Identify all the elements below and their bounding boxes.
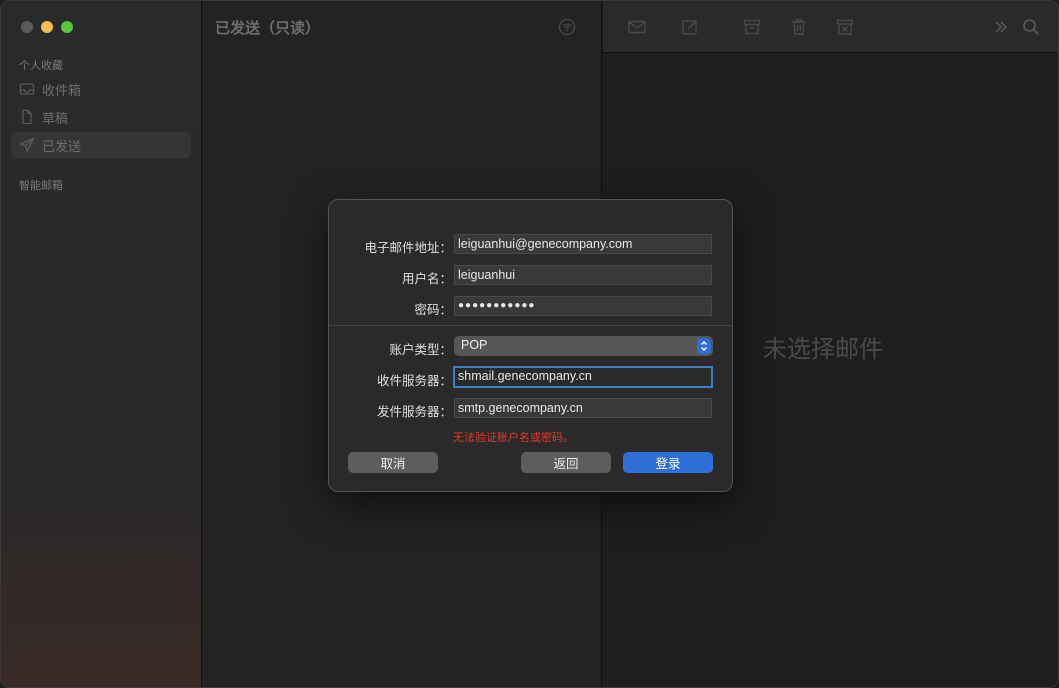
cancel-button[interactable]: 取消 xyxy=(348,452,438,473)
login-button[interactable]: 登录 xyxy=(623,452,713,473)
email-label: 电子邮件地址： xyxy=(364,240,452,255)
account-setup-dialog: 电子邮件地址： leiguanhui@genecompany.com 用户名： … xyxy=(328,199,733,492)
outgoing-server-row: 发件服务器： smtp.genecompany.cn xyxy=(329,398,734,420)
envelope-icon[interactable] xyxy=(627,17,647,37)
error-message: 无法验证账户名或密码。 xyxy=(453,431,574,444)
archive-icon[interactable] xyxy=(742,17,762,37)
sidebar-item-label: 收件箱 xyxy=(42,83,82,99)
minimize-window-button[interactable] xyxy=(41,21,53,33)
toolbar xyxy=(603,1,1058,53)
username-label: 用户名： xyxy=(401,271,452,286)
window-controls xyxy=(21,21,73,33)
smart-mailboxes-section-label: 智能邮箱 xyxy=(19,179,63,192)
sidebar: 个人收藏 收件箱 草稿 已发送 智能邮箱 xyxy=(1,1,202,687)
back-button[interactable]: 返回 xyxy=(521,452,611,473)
outgoing-server-label: 发件服务器： xyxy=(376,404,452,419)
zoom-window-button[interactable] xyxy=(61,21,73,33)
sidebar-item-label: 已发送 xyxy=(42,139,82,155)
sidebar-item-label: 草稿 xyxy=(42,111,69,127)
incoming-server-row: 收件服务器： shmail.genecompany.cn xyxy=(329,366,734,389)
search-icon[interactable] xyxy=(1021,17,1041,37)
sidebar-item-drafts[interactable]: 草稿 xyxy=(11,104,191,130)
sidebar-item-inbox[interactable]: 收件箱 xyxy=(11,76,191,102)
document-icon xyxy=(22,109,32,125)
chevron-updown-icon xyxy=(697,338,711,354)
account-type-value: POP xyxy=(461,338,488,352)
paperplane-icon xyxy=(19,137,35,153)
filter-icon[interactable] xyxy=(558,18,576,36)
account-type-select[interactable]: POP xyxy=(454,336,713,356)
email-row: 电子邮件地址： leiguanhui@genecompany.com xyxy=(329,234,734,256)
divider xyxy=(329,325,732,326)
account-type-row: 账户类型： POP xyxy=(329,336,734,358)
outgoing-server-field[interactable]: smtp.genecompany.cn xyxy=(454,398,712,418)
username-row: 用户名： leiguanhui xyxy=(329,265,734,287)
favorites-section-label: 个人收藏 xyxy=(19,59,63,72)
trash-icon[interactable] xyxy=(789,17,809,37)
more-icon[interactable] xyxy=(991,17,1011,37)
mail-window: 个人收藏 收件箱 草稿 已发送 智能邮箱 已发送（只读） 未选择邮件 电子邮件地… xyxy=(0,0,1059,688)
compose-icon[interactable] xyxy=(680,17,700,37)
inbox-icon xyxy=(19,83,35,95)
incoming-server-label: 收件服务器： xyxy=(376,373,452,388)
account-type-label: 账户类型： xyxy=(389,342,452,357)
username-field[interactable]: leiguanhui xyxy=(454,265,712,285)
close-window-button[interactable] xyxy=(21,21,33,33)
password-field[interactable]: ●●●●●●●●●●● xyxy=(454,296,712,316)
sidebar-item-sent[interactable]: 已发送 xyxy=(11,132,191,158)
password-row: 密码： ●●●●●●●●●●● xyxy=(329,296,734,318)
incoming-server-field[interactable]: shmail.genecompany.cn xyxy=(453,366,713,388)
mailbox-title: 已发送（只读） xyxy=(215,19,321,37)
no-message-selected-text: 未选择邮件 xyxy=(763,335,883,363)
email-field[interactable]: leiguanhui@genecompany.com xyxy=(454,234,712,254)
junk-icon[interactable] xyxy=(835,17,855,37)
password-label: 密码： xyxy=(414,302,452,317)
